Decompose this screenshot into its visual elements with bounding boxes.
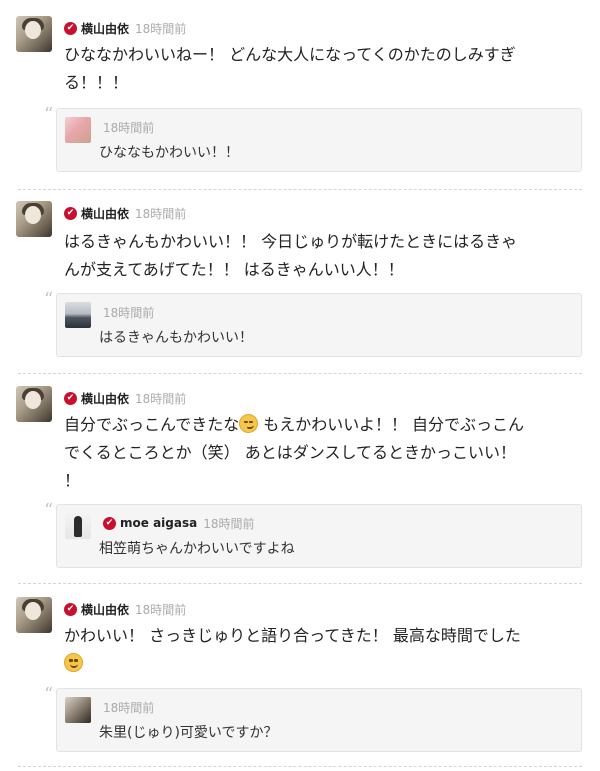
reply-header: ✔ moe aigasa 18時間前	[103, 515, 254, 531]
verified-check-icon: ✔	[64, 21, 77, 35]
verified-check-icon: ✔	[103, 516, 116, 530]
post-text: ひななかわいいねー！ どんな大人になってくのかたのしみすぎ る！！！	[64, 41, 574, 97]
reply-box: 18時間前 朱里(じゅり)可愛いですか？	[56, 688, 582, 752]
quote-mark-icon: “	[44, 684, 54, 705]
post-divider	[18, 766, 582, 767]
post-time: 18時間前	[135, 206, 187, 221]
reply-author-name[interactable]: moe aigasa	[120, 516, 197, 530]
reply-text: 相笠萌ちゃんかわいいですよね	[99, 541, 295, 557]
quote-mark-icon: “	[44, 500, 54, 521]
smile-emoji-icon	[64, 653, 83, 672]
reply-text: 朱里(じゅり)可愛いですか？	[99, 725, 278, 741]
post-text-line: でくるところとか（笑） あとはダンスしてるときかっこいい！	[64, 443, 516, 462]
post-header: ✔ 横山由依 18時間前	[64, 205, 186, 221]
author-name[interactable]: 横山由依	[81, 205, 129, 222]
post-text-segment: 自分でぶっこんできたな	[64, 415, 240, 434]
post-text-line: 自分でぶっこんできたな もえかわいいよ！！ 自分でぶっこん	[64, 411, 574, 439]
post-text-line: はるきゃんもかわいい！！ 今日じゅりが転けたときにはるきゃ	[64, 232, 518, 251]
reply-avatar[interactable]	[65, 697, 91, 723]
reply-header: 18時間前	[103, 119, 154, 135]
author-avatar[interactable]	[16, 597, 52, 633]
author-name[interactable]: 横山由依	[81, 601, 129, 618]
post-text-line	[64, 650, 574, 678]
author-name[interactable]: 横山由依	[81, 390, 129, 407]
post-divider	[18, 583, 582, 584]
reply-box: 18時間前 ひななもかわいい！！	[56, 108, 582, 172]
verified-check-icon: ✔	[64, 602, 77, 616]
post-time: 18時間前	[135, 391, 187, 406]
verified-check-icon: ✔	[64, 391, 77, 405]
reply-avatar[interactable]	[65, 302, 91, 328]
quote-mark-icon: “	[44, 104, 54, 125]
reply-header: 18時間前	[103, 304, 154, 320]
author-avatar[interactable]	[16, 386, 52, 422]
reply-time: 18時間前	[103, 700, 155, 715]
reply-box: ✔ moe aigasa 18時間前 相笠萌ちゃんかわいいですよね	[56, 504, 582, 568]
reply-avatar[interactable]	[65, 513, 91, 539]
post-text: かわいい！ さっきじゅりと語り合ってきた！ 最高な時間でした	[64, 622, 574, 678]
reply-time: 18時間前	[203, 516, 255, 531]
post-text: はるきゃんもかわいい！！ 今日じゅりが転けたときにはるきゃ んが支えてあげてた！…	[64, 228, 574, 284]
reply-time: 18時間前	[103, 305, 155, 320]
author-avatar[interactable]	[16, 16, 52, 52]
reply-box: 18時間前 はるきゃんもかわいい！	[56, 293, 582, 357]
post-text-line: かわいい！ さっきじゅりと語り合ってきた！ 最高な時間でした	[64, 626, 521, 645]
reply-text: はるきゃんもかわいい！	[99, 330, 253, 346]
post-time: 18時間前	[135, 602, 187, 617]
post-text-segment: もえかわいいよ！！ 自分でぶっこん	[258, 415, 525, 434]
post-divider	[18, 189, 582, 190]
post-text-line: る！！！	[64, 73, 129, 92]
post-text-line: んが支えてあげてた！！ はるきゃんいい人！！	[64, 260, 404, 279]
reply-header: 18時間前	[103, 699, 154, 715]
post-header: ✔ 横山由依 18時間前	[64, 20, 186, 36]
post-divider	[18, 373, 582, 374]
reply-time: 18時間前	[103, 120, 155, 135]
reply-avatar[interactable]	[65, 117, 91, 143]
post-text-line: ！	[64, 471, 81, 490]
verified-check-icon: ✔	[64, 206, 77, 220]
reply-text: ひななもかわいい！！	[99, 145, 239, 161]
post-header: ✔ 横山由依 18時間前	[64, 601, 186, 617]
quote-mark-icon: “	[44, 289, 54, 310]
post-text-line: ひななかわいいねー！ どんな大人になってくのかたのしみすぎ	[64, 45, 516, 64]
post-text: 自分でぶっこんできたな もえかわいいよ！！ 自分でぶっこん でくるところとか（笑…	[64, 411, 574, 495]
smirk-emoji-icon	[239, 414, 259, 433]
post-time: 18時間前	[135, 21, 187, 36]
author-avatar[interactable]	[16, 201, 52, 237]
post-header: ✔ 横山由依 18時間前	[64, 390, 186, 406]
author-name[interactable]: 横山由依	[81, 20, 129, 37]
